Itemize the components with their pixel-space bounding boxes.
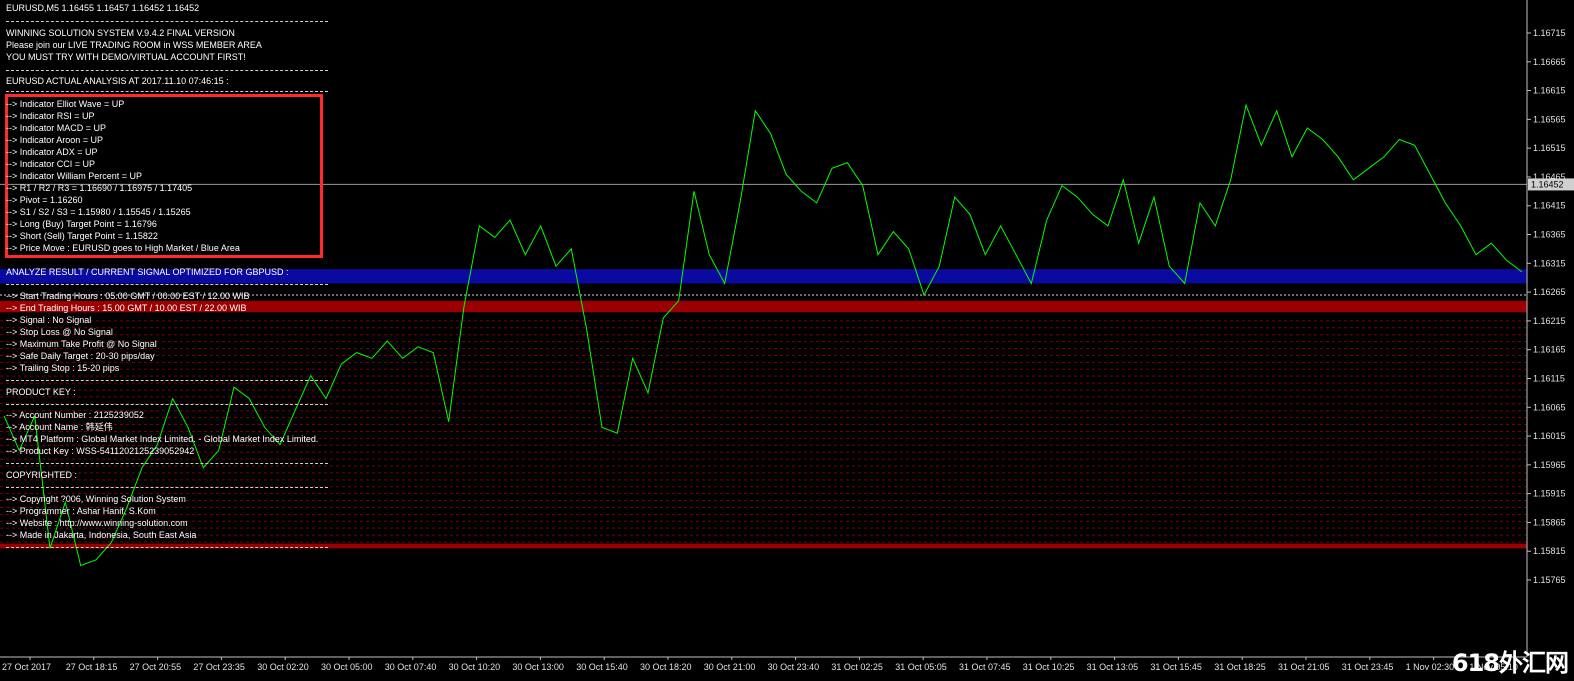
y-tick-label: 1.15815 — [1533, 546, 1566, 556]
current-price-tag: 1.16452 — [1528, 178, 1574, 191]
result-line: --> Start Trading Hours : 05.00 GMT / 00… — [6, 291, 250, 301]
analysis-line: --> Indicator CCI = UP — [6, 159, 96, 169]
x-tick-label: 31 Oct 05:05 — [895, 662, 947, 672]
x-tick-label: 30 Oct 02:20 — [257, 662, 309, 672]
intro-line: YOU MUST TRY WITH DEMO/VIRTUAL ACCOUNT F… — [6, 52, 246, 62]
analysis-line: --> Long (Buy) Target Point = 1.16796 — [6, 219, 157, 229]
y-tick-label: 1.16215 — [1533, 316, 1566, 326]
copyright-line: --> Copyright ?006, Winning Solution Sys… — [6, 494, 186, 504]
y-tick-label: 1.15765 — [1533, 575, 1566, 585]
product-line: --> Product Key : WSS-541120212523905294… — [6, 446, 195, 456]
x-tick-label: 31 Oct 23:45 — [1342, 662, 1394, 672]
separator — [6, 404, 328, 405]
y-tick-label: 1.16015 — [1533, 431, 1566, 441]
watermark-logo: 618外汇网 — [1451, 649, 1569, 677]
intro-line: WINNING SOLUTION SYSTEM V.9.4.2 FINAL VE… — [6, 28, 235, 38]
analysis-title: EURUSD ACTUAL ANALYSIS AT 2017.11.10 07:… — [6, 76, 229, 86]
result-line: --> Trailing Stop : 15-20 pips — [6, 363, 120, 373]
x-tick-label: 31 Oct 13:05 — [1087, 662, 1139, 672]
y-tick-label: 1.16415 — [1533, 201, 1566, 211]
x-tick-label: 30 Oct 05:00 — [321, 662, 373, 672]
y-tick-label: 1.16365 — [1533, 230, 1566, 240]
analysis-line: --> Indicator William Percent = UP — [6, 171, 143, 181]
y-tick-label: 1.16065 — [1533, 402, 1566, 412]
result-line: --> Signal : No Signal — [6, 315, 92, 325]
analysis-line: --> Indicator ADX = UP — [6, 147, 98, 157]
x-tick-label: 30 Oct 07:40 — [385, 662, 437, 672]
product-line: --> MT4 Platform : Global Market Index L… — [6, 434, 319, 444]
product-line: --> Account Number : 2125239052 — [6, 410, 144, 420]
analysis-line: --> Indicator MACD = UP — [6, 123, 107, 133]
x-tick-label: 31 Oct 07:45 — [959, 662, 1011, 672]
analysis-line: --> Price Move : EURUSD goes to High Mar… — [6, 243, 240, 253]
x-tick-label: 27 Oct 23:35 — [193, 662, 245, 672]
analysis-line: --> Indicator Aroon = UP — [6, 135, 104, 145]
result-title: ANALYZE RESULT / CURRENT SIGNAL OPTIMIZE… — [6, 267, 289, 277]
x-tick-label: 30 Oct 13:00 — [512, 662, 564, 672]
separator — [6, 463, 328, 464]
separator — [6, 380, 328, 381]
copyright-title: COPYRIGHTED : — [6, 470, 78, 480]
product-line: --> Account Name : 韩延伟 — [6, 422, 113, 432]
copyright-line: --> Website : http://www.winning-solutio… — [6, 518, 188, 528]
analysis-line: --> Short (Sell) Target Point = 1.15822 — [6, 231, 158, 241]
x-tick-label: 31 Oct 02:25 — [831, 662, 883, 672]
separator — [6, 547, 328, 548]
x-tick-label: 30 Oct 15:40 — [576, 662, 628, 672]
symbol-header: EURUSD,M5 1.16455 1.16457 1.16452 1.1645… — [6, 3, 200, 13]
x-tick-label: 31 Oct 21:05 — [1278, 662, 1330, 672]
analysis-line: --> R1 / R2 / R3 = 1.16690 / 1.16975 / 1… — [6, 183, 193, 193]
x-tick-label: 31 Oct 15:45 — [1150, 662, 1202, 672]
separator — [6, 91, 328, 92]
result-line: --> Maximum Take Profit @ No Signal — [6, 339, 157, 349]
intro-line: Please join our LIVE TRADING ROOM in WSS… — [6, 40, 262, 50]
y-tick-label: 1.16715 — [1533, 28, 1566, 38]
result-line: --> End Trading Hours : 15.00 GMT / 10.0… — [6, 303, 247, 313]
x-tick-label: 31 Oct 10:25 — [1023, 662, 1075, 672]
y-tick-label: 1.16265 — [1533, 287, 1566, 297]
y-tick-label: 1.16115 — [1533, 373, 1565, 383]
analysis-line: --> Indicator RSI = UP — [6, 111, 95, 121]
y-tick-label: 1.15915 — [1533, 489, 1566, 499]
analysis-line: --> Indicator Elliot Wave = UP — [6, 99, 125, 109]
y-tick-label: 1.16615 — [1533, 86, 1566, 96]
y-tick-label: 1.16515 — [1533, 143, 1566, 153]
x-tick-label: 27 Oct 20:55 — [130, 662, 182, 672]
copyright-line: --> Made in Jakarta, Indonesia, South Ea… — [6, 530, 197, 540]
separator — [6, 284, 328, 285]
x-tick-label: 27 Oct 2017 — [2, 662, 51, 672]
copyright-line: --> Programmer : Ashar Hanif, S.Kom — [6, 506, 156, 516]
separator — [6, 70, 328, 71]
x-tick-label: 1 Nov 02:30 — [1406, 662, 1455, 672]
x-tick-label: 30 Oct 21:00 — [704, 662, 756, 672]
x-tick-label: 30 Oct 18:20 — [640, 662, 692, 672]
y-tick-label: 1.16165 — [1533, 345, 1566, 355]
y-tick-label: 1.15865 — [1533, 517, 1566, 527]
result-line: --> Stop Loss @ No Signal — [6, 327, 113, 337]
x-tick-label: 27 Oct 18:15 — [66, 662, 118, 672]
separator — [6, 21, 328, 22]
x-tick-label: 30 Oct 23:40 — [768, 662, 820, 672]
x-tick-label: 30 Oct 10:20 — [449, 662, 501, 672]
y-tick-label: 1.16565 — [1533, 114, 1566, 124]
x-tick-label: 31 Oct 18:25 — [1214, 662, 1266, 672]
y-tick-label: 1.16665 — [1533, 57, 1566, 67]
analysis-line: --> Pivot = 1.16260 — [6, 195, 83, 205]
y-tick-label: 1.16315 — [1533, 258, 1566, 268]
analysis-line: --> S1 / S2 / S3 = 1.15980 / 1.15545 / 1… — [6, 207, 191, 217]
product-title: PRODUCT KEY : — [6, 387, 76, 397]
current-price-label: 1.16452 — [1531, 179, 1564, 189]
y-tick-label: 1.15965 — [1533, 460, 1566, 470]
separator — [6, 487, 328, 488]
result-line: --> Safe Daily Target : 20-30 pips/day — [6, 351, 155, 361]
